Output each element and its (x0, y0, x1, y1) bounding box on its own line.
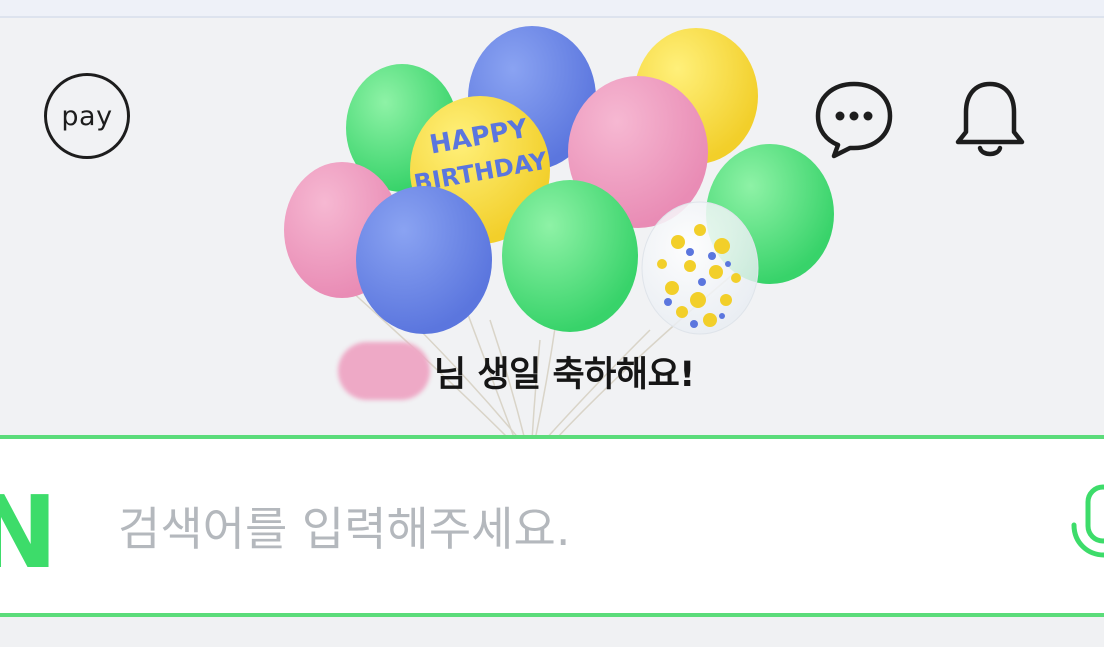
microphone-icon (1071, 484, 1104, 558)
chat-bubble-dots-icon (815, 81, 893, 159)
voice-search-button[interactable] (1064, 481, 1104, 581)
birthday-greeting: 님 생일 축하해요! (338, 340, 695, 402)
balloon-blue-front (356, 186, 492, 334)
search-input[interactable] (118, 489, 1018, 569)
user-name-redacted (338, 342, 430, 400)
notification-button[interactable] (950, 76, 1030, 160)
bell-icon (955, 81, 1025, 157)
naver-logo[interactable]: N (0, 483, 58, 583)
greeting-text: 님 생일 축하해요! (434, 354, 695, 395)
top-strip (0, 0, 1104, 18)
balloon-confetti (641, 201, 759, 335)
balloon-green-front (502, 180, 638, 332)
search-bar: N (0, 435, 1104, 617)
bottom-strip (0, 617, 1104, 647)
pay-button[interactable]: pay (44, 73, 130, 159)
talk-button[interactable] (812, 78, 896, 160)
pay-label: pay (61, 100, 113, 132)
